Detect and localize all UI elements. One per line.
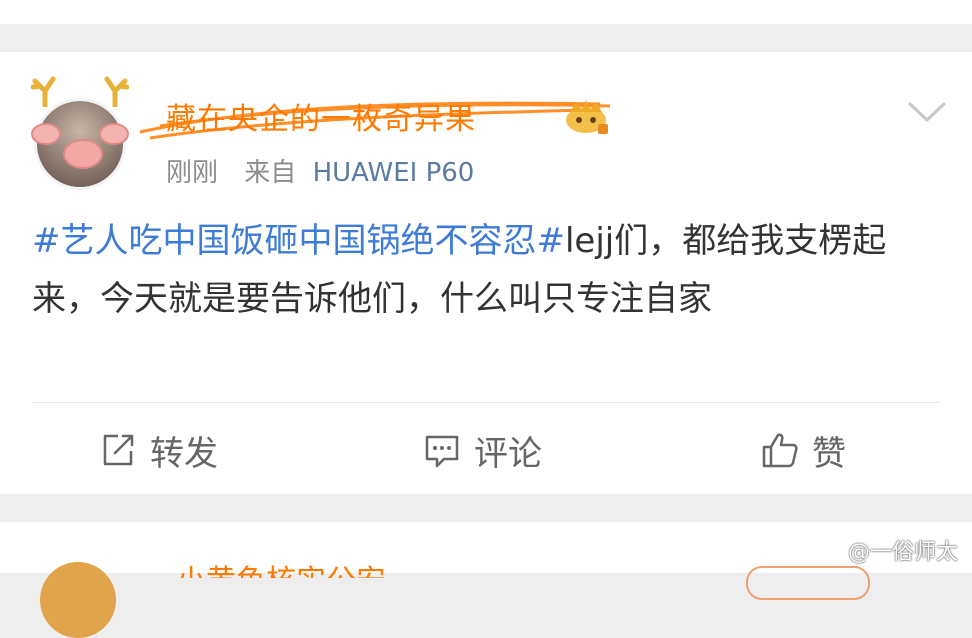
thumbs-up-icon — [762, 433, 798, 468]
repost-button[interactable]: 转发 — [98, 428, 218, 474]
pig-ear-sticker — [31, 123, 61, 145]
avatar[interactable] — [31, 76, 129, 190]
username[interactable]: 小黄鱼核实公安 — [176, 556, 386, 578]
source-device[interactable]: HUAWEI P60 — [313, 158, 475, 188]
comment-label: 评论 — [474, 433, 542, 474]
previous-post-card — [0, 0, 972, 24]
comment-bubble-icon — [425, 435, 459, 468]
like-button[interactable]: 赞 — [760, 428, 846, 474]
post-body: #艺人吃中国饭砸中国锅绝不容忍#lejj们，都给我支楞起来，今天就是要告诉他们，… — [32, 212, 942, 328]
username[interactable]: 藏在央企的一枚奇异果 — [166, 94, 476, 138]
chevron-down-icon[interactable] — [906, 96, 948, 126]
topic-link[interactable]: #艺人吃中国饭砸中国锅绝不容忍# — [32, 221, 565, 261]
antler-icon — [31, 76, 56, 107]
pig-nose-sticker — [63, 139, 103, 169]
post-time: 刚刚 — [166, 158, 219, 188]
watermark-text: @一俗师太 — [848, 540, 959, 565]
like-label: 赞 — [812, 433, 846, 474]
repost-label: 转发 — [150, 433, 218, 474]
source-prefix: 来自 — [244, 158, 297, 188]
crown-badge-icon — [566, 100, 608, 134]
watermark: @一俗师太 — [818, 534, 958, 566]
comment-button[interactable]: 评论 — [422, 428, 542, 474]
share-square-icon — [103, 434, 134, 466]
weibo-logo-icon — [818, 541, 844, 561]
post-card[interactable]: 藏在央企的一枚奇异果 刚刚 来自 HUAWEI P60 #艺人吃中国饭砸中国锅绝… — [0, 52, 972, 494]
avatar[interactable] — [40, 562, 116, 638]
post-meta: 刚刚 来自 HUAWEI P60 — [166, 152, 474, 189]
follow-button[interactable] — [746, 566, 870, 600]
divider — [32, 402, 940, 403]
